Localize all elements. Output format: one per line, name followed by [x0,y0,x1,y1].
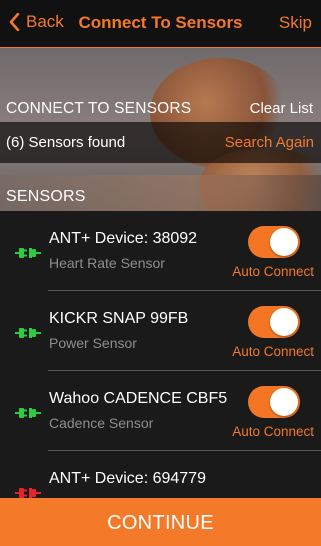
sensor-name: ANT+ Device: 38092 [49,230,198,247]
sensors-found-bar: (6) Sensors found Search Again [0,122,321,163]
toggle-knob [270,228,298,256]
search-again-button[interactable]: Search Again [225,134,314,151]
auto-connect-toggle[interactable] [248,386,300,418]
chevron-left-icon [9,13,20,31]
sensor-type: Power Sensor [49,335,137,351]
back-label: Back [26,12,64,31]
auto-connect-label: Auto Connect [232,264,314,279]
toggle-knob [270,388,298,416]
plug-disconnected-icon [15,488,41,498]
nav-bar: Back Connect To Sensors Skip [0,0,321,48]
sensor-row[interactable]: Wahoo CADENCE CBF5 Cadence Sensor Auto C… [0,371,321,451]
sensors-found-count: (6) Sensors found [6,134,126,151]
back-button[interactable]: Back [9,12,64,32]
clear-list-button[interactable]: Clear List [250,100,313,117]
connect-sensors-screen: Back Connect To Sensors Skip CONNECT TO … [0,0,321,546]
auto-connect-label: Auto Connect [232,344,314,359]
continue-button[interactable]: CONTINUE [0,498,321,546]
sensor-row[interactable]: ANT+ Device: 694779 Power Sensor [0,451,321,498]
sensor-type: Cadence Sensor [49,415,154,431]
sensor-row[interactable]: KICKR SNAP 99FB Power Sensor Auto Connec… [0,291,321,371]
sensor-row[interactable]: ANT+ Device: 38092 Heart Rate Sensor Aut… [0,211,321,291]
sensor-name: KICKR SNAP 99FB [49,310,189,327]
toggle-knob [270,308,298,336]
sensor-type: Heart Rate Sensor [49,255,165,271]
auto-connect-toggle[interactable] [248,226,300,258]
sensor-name: Wahoo CADENCE CBF5 [49,390,228,407]
sensors-section-header: SENSORS [6,188,86,205]
sensor-list[interactable]: ANT+ Device: 38092 Heart Rate Sensor Aut… [0,211,321,498]
sensor-name: ANT+ Device: 694779 [49,470,206,487]
skip-button[interactable]: Skip [279,13,312,33]
auto-connect-toggle[interactable] [248,306,300,338]
plug-connected-icon [15,248,41,258]
connect-section-header: CONNECT TO SENSORS [6,100,192,117]
plug-connected-icon [15,328,41,338]
auto-connect-label: Auto Connect [232,424,314,439]
plug-connected-icon [15,408,41,418]
